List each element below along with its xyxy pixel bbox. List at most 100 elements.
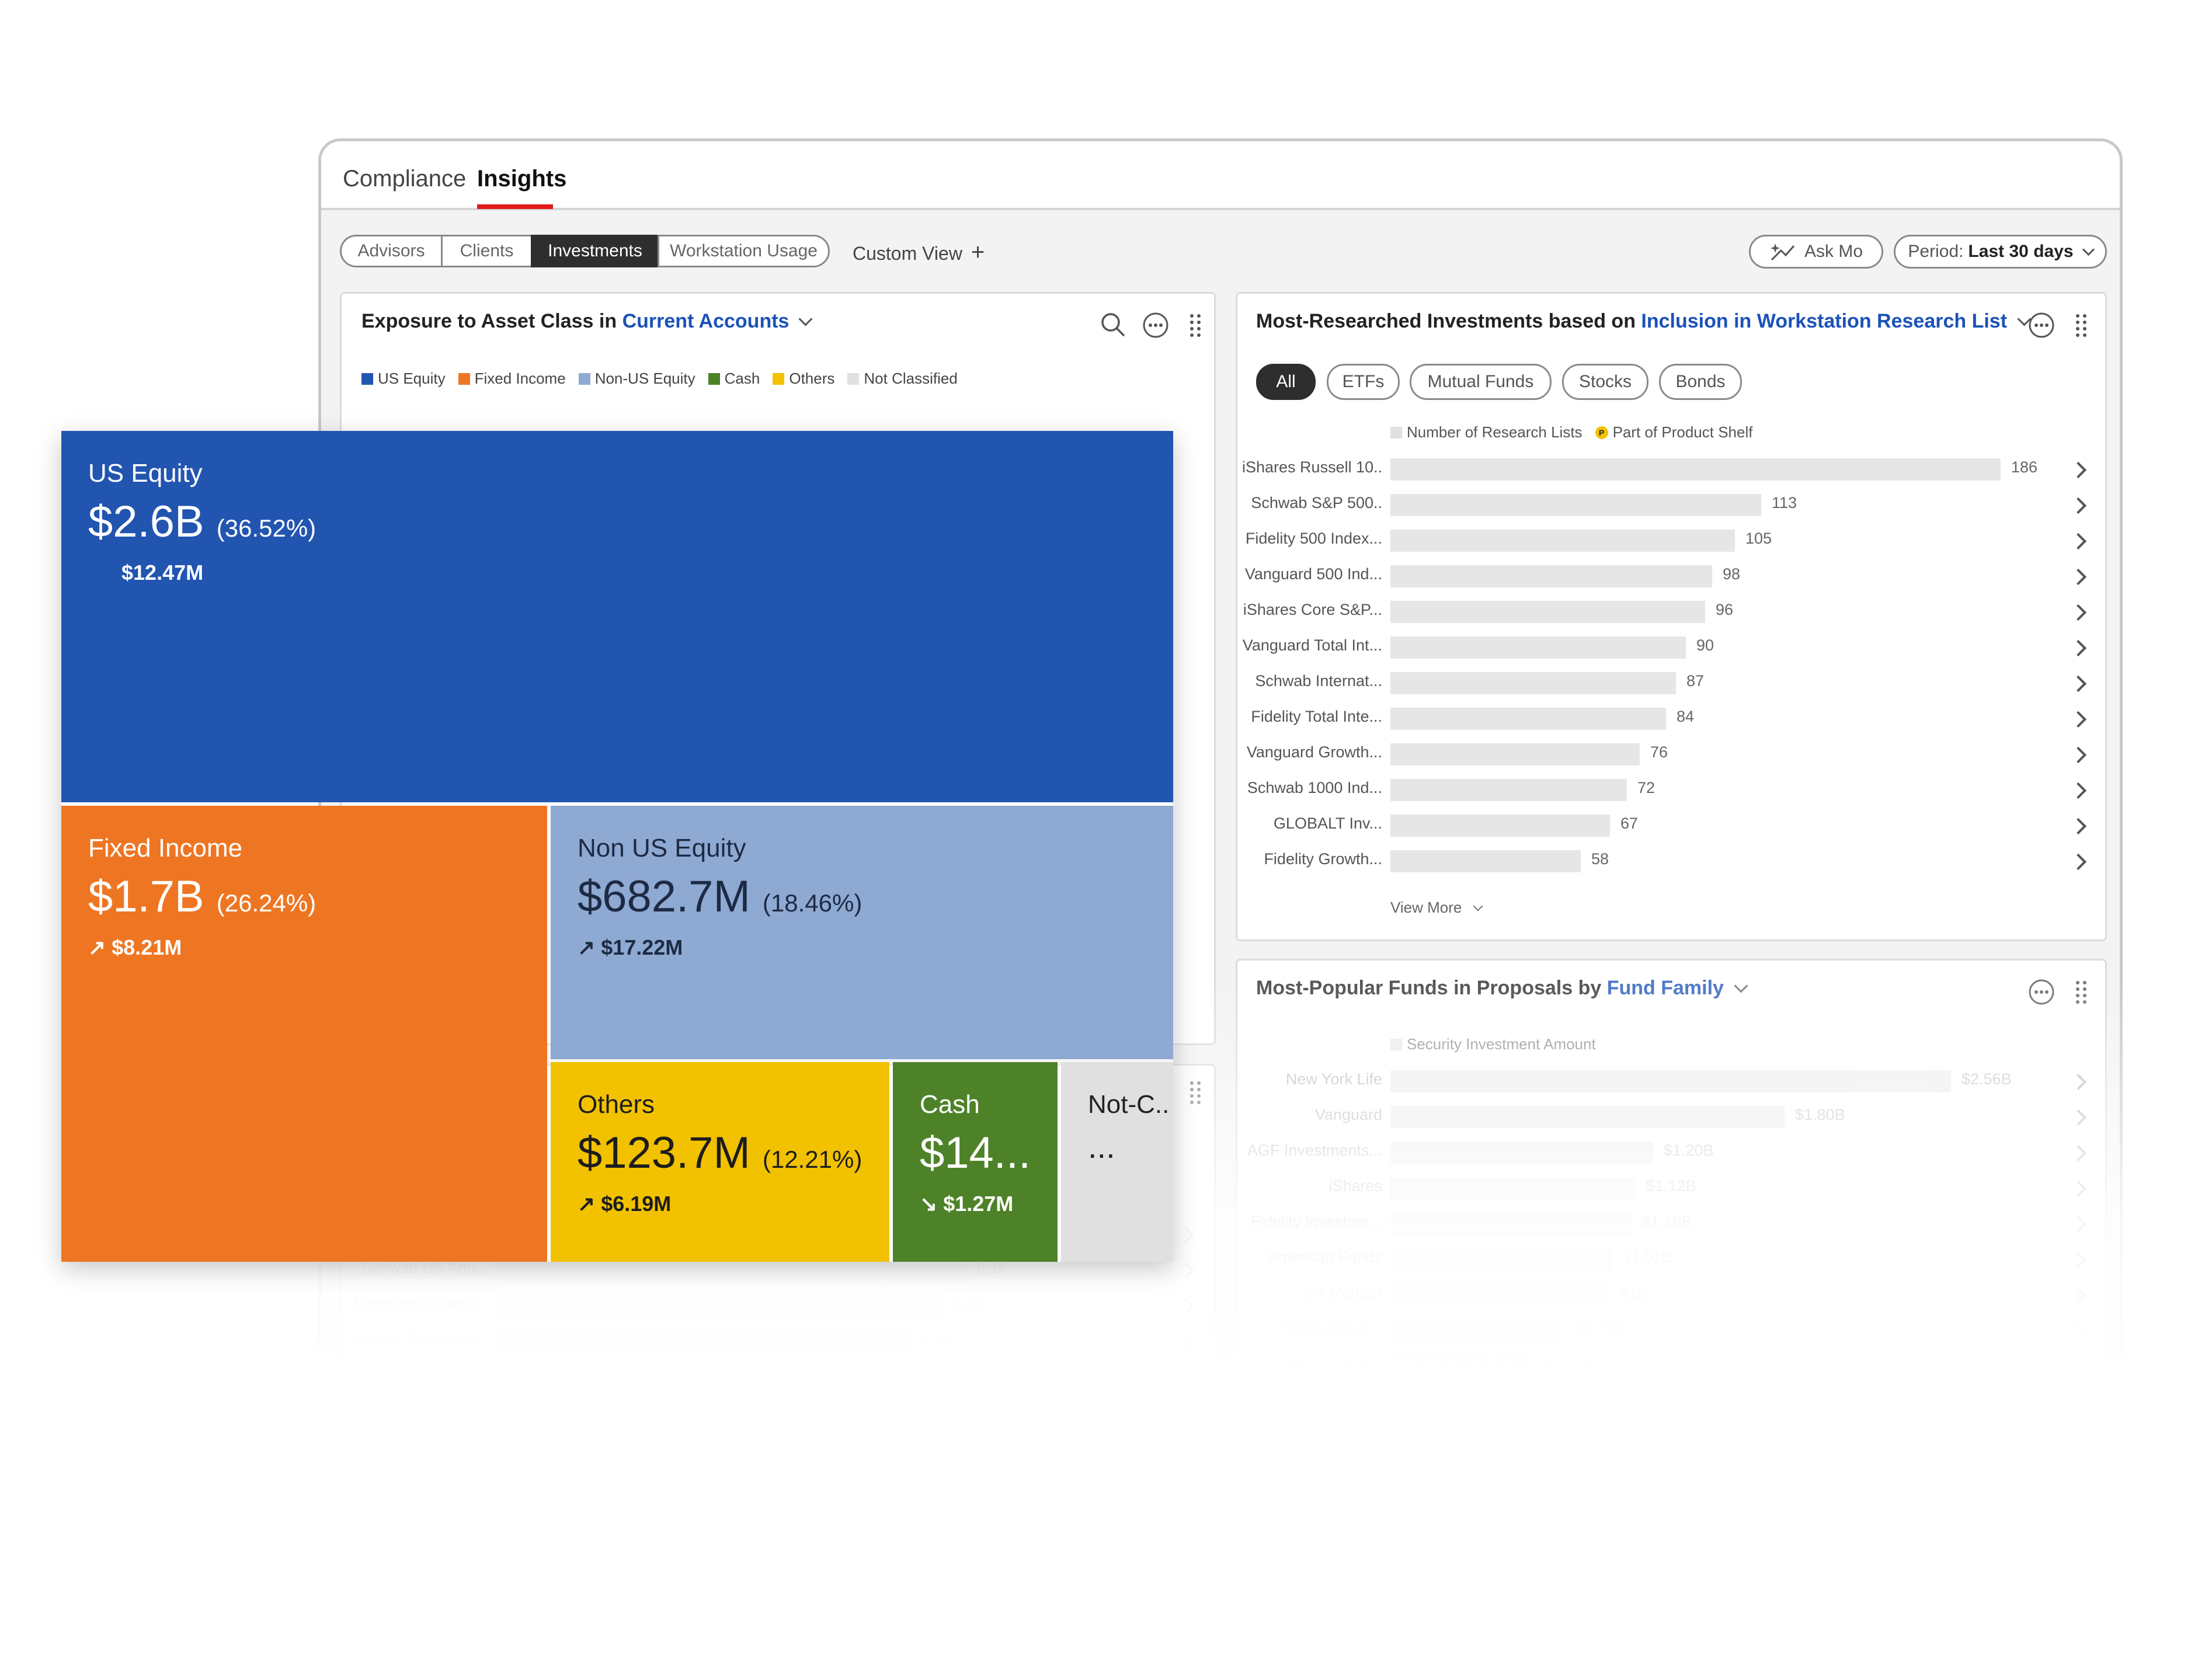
chevron-right-icon[interactable] — [2070, 1109, 2087, 1126]
subtab-advisors[interactable]: Advisors — [340, 235, 443, 267]
treemap-tile-non-us-equity[interactable]: Non US Equity $682.7M (18.46%) ↗ $17.22M — [551, 806, 1173, 1059]
more-options-icon[interactable] — [2027, 978, 2056, 1006]
chevron-right-icon[interactable] — [2070, 1429, 2087, 1447]
chevron-right-icon[interactable] — [2070, 1323, 2087, 1340]
bar-row[interactable]: JP Morgan $1B — [1237, 1278, 2109, 1313]
ask-mo-button[interactable]: Ask Mo — [1749, 235, 1883, 269]
chevron-down-icon[interactable] — [798, 312, 813, 326]
chevron-right-icon[interactable] — [1177, 1369, 1195, 1386]
subtab-investments[interactable]: Investments — [531, 235, 659, 267]
drag-handle-icon[interactable] — [1188, 1080, 1202, 1105]
exposure-title-link[interactable]: Current Accounts — [622, 310, 789, 332]
chevron-right-icon[interactable] — [2070, 1501, 2087, 1518]
bar-row[interactable]: Invesco QQQ... 5.2K — [342, 1360, 1218, 1395]
period-dropdown[interactable]: Period: Last 30 days — [1894, 235, 2107, 269]
chevron-right-icon[interactable] — [1177, 1475, 1195, 1493]
bar-row[interactable]: Franklin Temple... $0.65B — [1237, 1349, 2109, 1384]
bar-row[interactable]: SPDR S&P MidCap... 4.8K — [342, 1395, 1218, 1431]
chevron-right-icon[interactable] — [2070, 746, 2087, 764]
bar-row[interactable]: Schwab S&P 500.. 113 — [1237, 488, 2109, 523]
chevron-right-icon[interactable] — [2070, 1358, 2087, 1376]
chevron-right-icon[interactable] — [2070, 1251, 2087, 1269]
search-icon[interactable] — [1100, 311, 1126, 338]
filter-bonds[interactable]: Bonds — [1659, 364, 1742, 400]
chevron-right-icon[interactable] — [1177, 1404, 1195, 1422]
chevron-right-icon[interactable] — [1177, 1333, 1195, 1351]
chevron-right-icon[interactable] — [1177, 1440, 1195, 1457]
filter-stocks[interactable]: Stocks — [1562, 364, 1648, 400]
bar-row[interactable]: Schwab US Small... 4.6K — [342, 1431, 1218, 1466]
chevron-down-icon[interactable] — [1734, 979, 1748, 993]
bar-row[interactable]: SPDR State... $0.55B — [1237, 1385, 2109, 1420]
chevron-right-icon[interactable] — [2070, 1144, 2087, 1162]
bar-row[interactable]: Fidelity Growth... 58 — [1237, 844, 2109, 879]
more-options-icon[interactable] — [2027, 311, 2056, 339]
chevron-right-icon[interactable] — [2070, 1287, 2087, 1304]
bar-row[interactable]: Fidelity Total Inte... 84 — [1237, 702, 2109, 737]
custom-view-label: Custom View — [853, 243, 962, 264]
chevron-right-icon[interactable] — [2070, 1073, 2087, 1091]
bar-row[interactable]: Vanguard Total Int... 90 — [1237, 631, 2109, 666]
chevron-right-icon[interactable] — [2070, 461, 2087, 479]
bar-row[interactable]: American Funds $1.01B — [1237, 1243, 2109, 1278]
popular-title-link[interactable]: Fund Family — [1607, 977, 1724, 999]
treemap-tile-not-classified[interactable]: Not-C.. ... — [1061, 1062, 1173, 1262]
bar-row[interactable]: iShares Russell 10... 186 — [1237, 453, 2109, 488]
bar-row[interactable]: Fidelity Contrafun... 5.4K — [342, 1324, 1218, 1359]
custom-view-button[interactable]: Custom View + — [853, 239, 985, 266]
chevron-right-icon[interactable] — [1177, 1262, 1195, 1279]
chevron-right-icon[interactable] — [2070, 1180, 2087, 1198]
bar-row[interactable]: iShares Core S&P... 96 — [1237, 595, 2109, 630]
bar-row[interactable]: Ameriprise $0.1B — [1237, 1492, 2109, 1527]
research-title-link[interactable]: Inclusion in Workstation Research List — [1641, 310, 2007, 332]
view-more-link[interactable]: View More — [1390, 899, 1483, 917]
bar-row[interactable]: Schwab 1000 Ind... 72 — [1237, 773, 2109, 808]
chevron-right-icon[interactable] — [2070, 1216, 2087, 1233]
bar-row[interactable]: iShares $1.12B — [1237, 1171, 2109, 1206]
treemap-tile-fixed-income[interactable]: Fixed Income $1.7B (26.24%) ↗ $8.21M — [61, 806, 547, 1262]
chevron-right-icon[interactable] — [2070, 1394, 2087, 1411]
filter-mutual-funds[interactable]: Mutual Funds — [1410, 364, 1552, 400]
chevron-right-icon[interactable] — [2070, 497, 2087, 514]
bar-row[interactable]: New York Life $2.56B — [1237, 1064, 2109, 1099]
chevron-right-icon[interactable] — [2070, 782, 2087, 799]
bar-row[interactable]: GLOBALT Inv... $0.3B — [1237, 1421, 2109, 1456]
tab-insights[interactable]: Insights — [477, 166, 566, 192]
bar-row[interactable]: GLOBALT Inv... 67 — [1237, 809, 2109, 844]
bar-row[interactable]: Vanguard Growth... 5.8K — [342, 1289, 1218, 1324]
bar-row[interactable]: Schwab Internat... 87 — [1237, 666, 2109, 701]
drag-handle-icon[interactable] — [2074, 979, 2088, 1005]
bar-row[interactable]: Blackrock $0.22B — [1237, 1456, 2109, 1491]
subtab-workstation-usage[interactable]: Workstation Usage — [658, 235, 830, 267]
treemap-tile-us-equity[interactable]: US Equity $2.6B (36.52%) $12.47M — [61, 431, 1173, 802]
chevron-right-icon[interactable] — [2070, 568, 2087, 586]
bar-row[interactable]: Vanguard Growth... 76 — [1237, 737, 2109, 772]
bar-row[interactable]: Vanguard 500 Ind... 98 — [1237, 559, 2109, 594]
chevron-right-icon[interactable] — [2070, 711, 2087, 728]
subtab-clients[interactable]: Clients — [441, 235, 533, 267]
bar-row[interactable]: Fidelity Investme... $1.10B — [1237, 1207, 2109, 1242]
bar-row[interactable]: Vanguard Value... 4.5K — [342, 1467, 1218, 1502]
treemap-tile-others[interactable]: Others $123.7M (12.21%) ↗ $6.19M — [551, 1062, 889, 1262]
chevron-right-icon[interactable] — [2070, 1465, 2087, 1482]
asset-class-treemap[interactable]: US Equity $2.6B (36.52%) $12.47M Fixed I… — [61, 431, 1173, 1262]
bar-row[interactable]: AGF Investments... $1.20B — [1237, 1136, 2109, 1171]
chevron-right-icon[interactable] — [2070, 675, 2087, 692]
chevron-right-icon[interactable] — [2070, 817, 2087, 835]
chevron-right-icon[interactable] — [2070, 604, 2087, 621]
filter-all[interactable]: All — [1256, 364, 1316, 400]
bar-row[interactable]: Vanguard $1.80B — [1237, 1100, 2109, 1135]
chevron-right-icon[interactable] — [2070, 853, 2087, 871]
drag-handle-icon[interactable] — [2074, 312, 2088, 338]
drag-handle-icon[interactable] — [1188, 312, 1202, 338]
chevron-right-icon[interactable] — [1177, 1297, 1195, 1315]
filter-etfs[interactable]: ETFs — [1327, 364, 1400, 400]
tab-compliance[interactable]: Compliance — [343, 166, 466, 192]
treemap-tile-cash[interactable]: Cash $14... ↘ $1.27M — [893, 1062, 1058, 1262]
bar-row[interactable]: Fidelity 500 Index... 105 — [1237, 524, 2109, 559]
bar-row[interactable]: Scotia Asset... $0.79B — [1237, 1314, 2109, 1349]
chevron-right-icon[interactable] — [2070, 533, 2087, 550]
more-options-icon[interactable] — [1142, 311, 1170, 339]
chevron-right-icon[interactable] — [1177, 1226, 1195, 1244]
chevron-right-icon[interactable] — [2070, 639, 2087, 657]
